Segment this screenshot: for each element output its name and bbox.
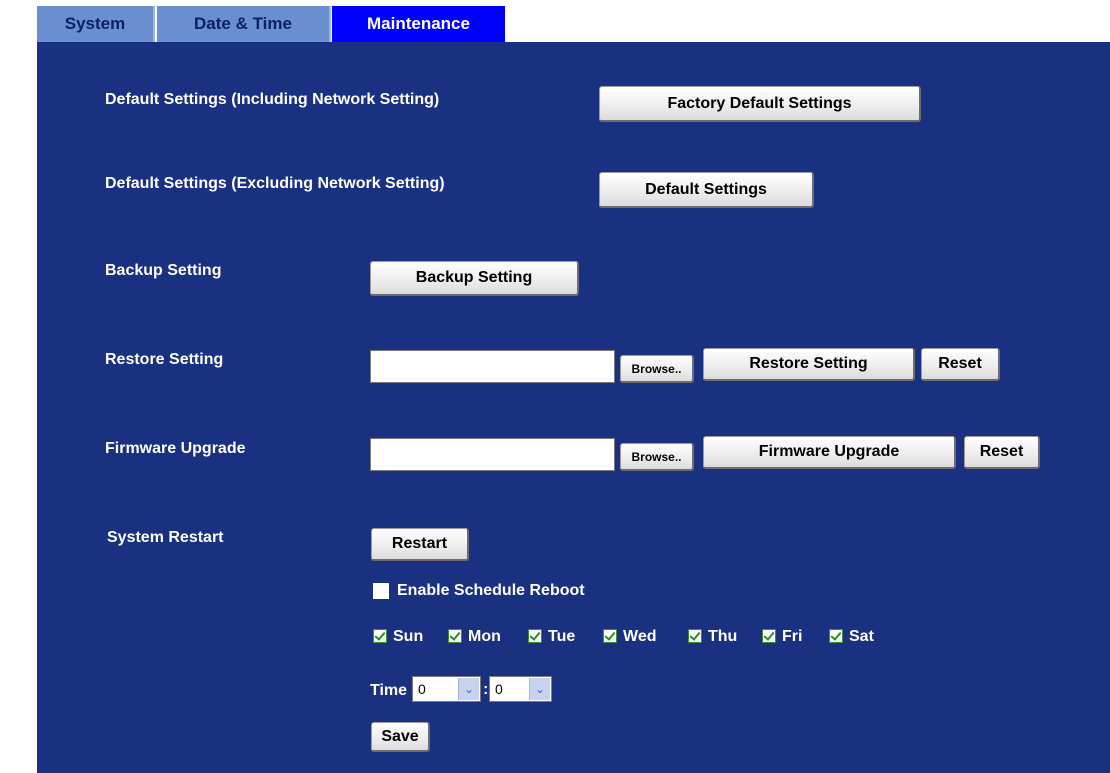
day-thu-checkbox[interactable] <box>688 629 702 643</box>
restore-reset-button[interactable]: Reset <box>921 348 1000 381</box>
day-sun-label: Sun <box>393 628 424 645</box>
backup-button[interactable]: Backup Setting <box>370 261 579 296</box>
day-sat-label: Sat <box>849 628 874 645</box>
restart-button[interactable]: Restart <box>371 528 469 561</box>
maintenance-panel <box>37 42 1110 773</box>
default-including-label: Default Settings (Including Network Sett… <box>105 91 440 108</box>
day-mon-label: Mon <box>468 628 501 645</box>
chevron-down-icon: ⌄ <box>529 678 550 700</box>
system-restart-label: System Restart <box>107 529 224 546</box>
minute-select[interactable]: 0 ⌄ <box>489 676 552 702</box>
chevron-down-icon: ⌄ <box>458 678 479 700</box>
firmware-label: Firmware Upgrade <box>105 440 246 457</box>
day-wed-checkbox[interactable] <box>603 629 617 643</box>
firmware-reset-button[interactable]: Reset <box>964 436 1040 469</box>
day-sat-checkbox[interactable] <box>829 629 843 643</box>
restore-label: Restore Setting <box>105 351 224 368</box>
firmware-file-input[interactable] <box>370 438 615 471</box>
day-wed-label: Wed <box>623 628 657 645</box>
day-tue-checkbox[interactable] <box>528 629 542 643</box>
restore-file-input[interactable] <box>370 350 615 383</box>
tab-maintenance[interactable]: Maintenance <box>332 6 505 42</box>
tab-date-time[interactable]: Date & Time <box>157 6 331 42</box>
minute-value: 0 <box>495 681 503 697</box>
firmware-browse-button[interactable]: Browse.. <box>620 443 694 471</box>
restore-setting-button[interactable]: Restore Setting <box>703 348 915 381</box>
tab-system[interactable]: System <box>37 6 155 42</box>
factory-default-button[interactable]: Factory Default Settings <box>599 86 921 122</box>
day-sun-checkbox[interactable] <box>373 629 387 643</box>
day-mon-checkbox[interactable] <box>448 629 462 643</box>
day-fri-checkbox[interactable] <box>762 629 776 643</box>
default-excluding-label: Default Settings (Excluding Network Sett… <box>105 175 445 192</box>
default-settings-button[interactable]: Default Settings <box>599 172 814 208</box>
schedule-reboot-checkbox[interactable] <box>373 583 389 599</box>
backup-label: Backup Setting <box>105 262 222 279</box>
restore-browse-button[interactable]: Browse.. <box>620 355 694 383</box>
time-label: Time <box>370 682 408 699</box>
day-fri-label: Fri <box>782 628 803 645</box>
time-separator: : <box>483 681 489 698</box>
save-button[interactable]: Save <box>371 722 430 752</box>
day-thu-label: Thu <box>708 628 738 645</box>
hour-value: 0 <box>418 681 426 697</box>
schedule-reboot-label: Enable Schedule Reboot <box>397 582 585 599</box>
hour-select[interactable]: 0 ⌄ <box>412 676 481 702</box>
day-tue-label: Tue <box>548 628 576 645</box>
firmware-upgrade-button[interactable]: Firmware Upgrade <box>703 436 956 469</box>
